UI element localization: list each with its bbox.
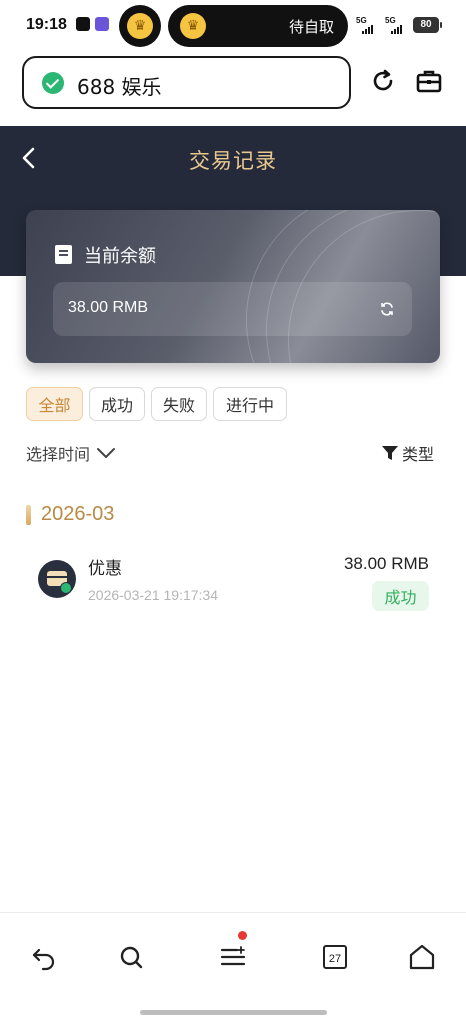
tiktok-icon [76, 17, 90, 31]
balance-label: 当前余额 [84, 246, 156, 267]
filter-chip-in-progress[interactable]: 进行中 [213, 387, 287, 421]
filter-chip-success[interactable]: 成功 [89, 387, 145, 421]
select-time-label: 选择时间 [26, 445, 91, 464]
status-time: 19:18 [26, 16, 67, 33]
dynamic-island-pill[interactable]: ♛ 待自取 [168, 5, 348, 47]
notification-dot [238, 931, 247, 940]
balance-value: 38.00 RMB [68, 299, 149, 316]
type-filter-button[interactable]: 类型 [381, 441, 434, 465]
transaction-amount: 38.00 RMB [343, 554, 429, 573]
refresh-balance-icon[interactable] [378, 300, 396, 318]
filter-chip-all[interactable]: 全部 [26, 387, 83, 421]
bottom-nav-divider [0, 912, 466, 913]
chevron-down-icon [97, 448, 116, 458]
menu-icon[interactable] [219, 943, 247, 971]
filter-funnel-icon [382, 446, 398, 460]
calendar-icon[interactable]: 27 [321, 943, 349, 971]
select-time-dropdown[interactable]: 选择时间 [26, 441, 116, 465]
home-icon[interactable] [408, 943, 436, 971]
secure-shield-icon [42, 72, 64, 94]
search-icon[interactable] [117, 943, 145, 971]
receipt-icon [55, 245, 72, 264]
filter-chip-failed[interactable]: 失败 [151, 387, 207, 421]
address-text: 688 娱乐 [77, 75, 162, 99]
pill-text: 待自取 [288, 18, 334, 36]
month-heading: 2026-03 [41, 503, 115, 525]
balance-value-box: 38.00 RMB [53, 282, 412, 336]
signal-icon [391, 24, 402, 34]
back-icon[interactable] [30, 943, 58, 971]
calendar-day: 27 [329, 953, 341, 965]
crown-icon: ♛ [127, 13, 153, 39]
crown-app-bubble[interactable]: ♛ [119, 5, 161, 47]
crown-icon: ♛ [180, 13, 206, 39]
reload-icon[interactable] [368, 66, 398, 96]
status-bar: 19:18 ♛ ♛ 待自取 5G 5G 80 [0, 0, 466, 52]
page-title: 交易记录 [189, 149, 277, 173]
transaction-time: 2026-03-21 19:17:34 [88, 587, 218, 603]
address-bar[interactable]: 688 娱乐 [22, 56, 351, 109]
briefcase-icon[interactable] [414, 66, 444, 96]
status-badge: 成功 [372, 581, 429, 611]
type-label: 类型 [402, 445, 435, 464]
month-marker [26, 505, 31, 525]
battery-icon: 80 [413, 17, 442, 33]
home-indicator[interactable] [140, 1010, 327, 1015]
signal-icon [362, 24, 373, 34]
wallet-icon [38, 560, 76, 598]
success-check-icon [60, 582, 72, 594]
transaction-name: 优惠 [88, 559, 122, 579]
app-icon [95, 17, 109, 31]
